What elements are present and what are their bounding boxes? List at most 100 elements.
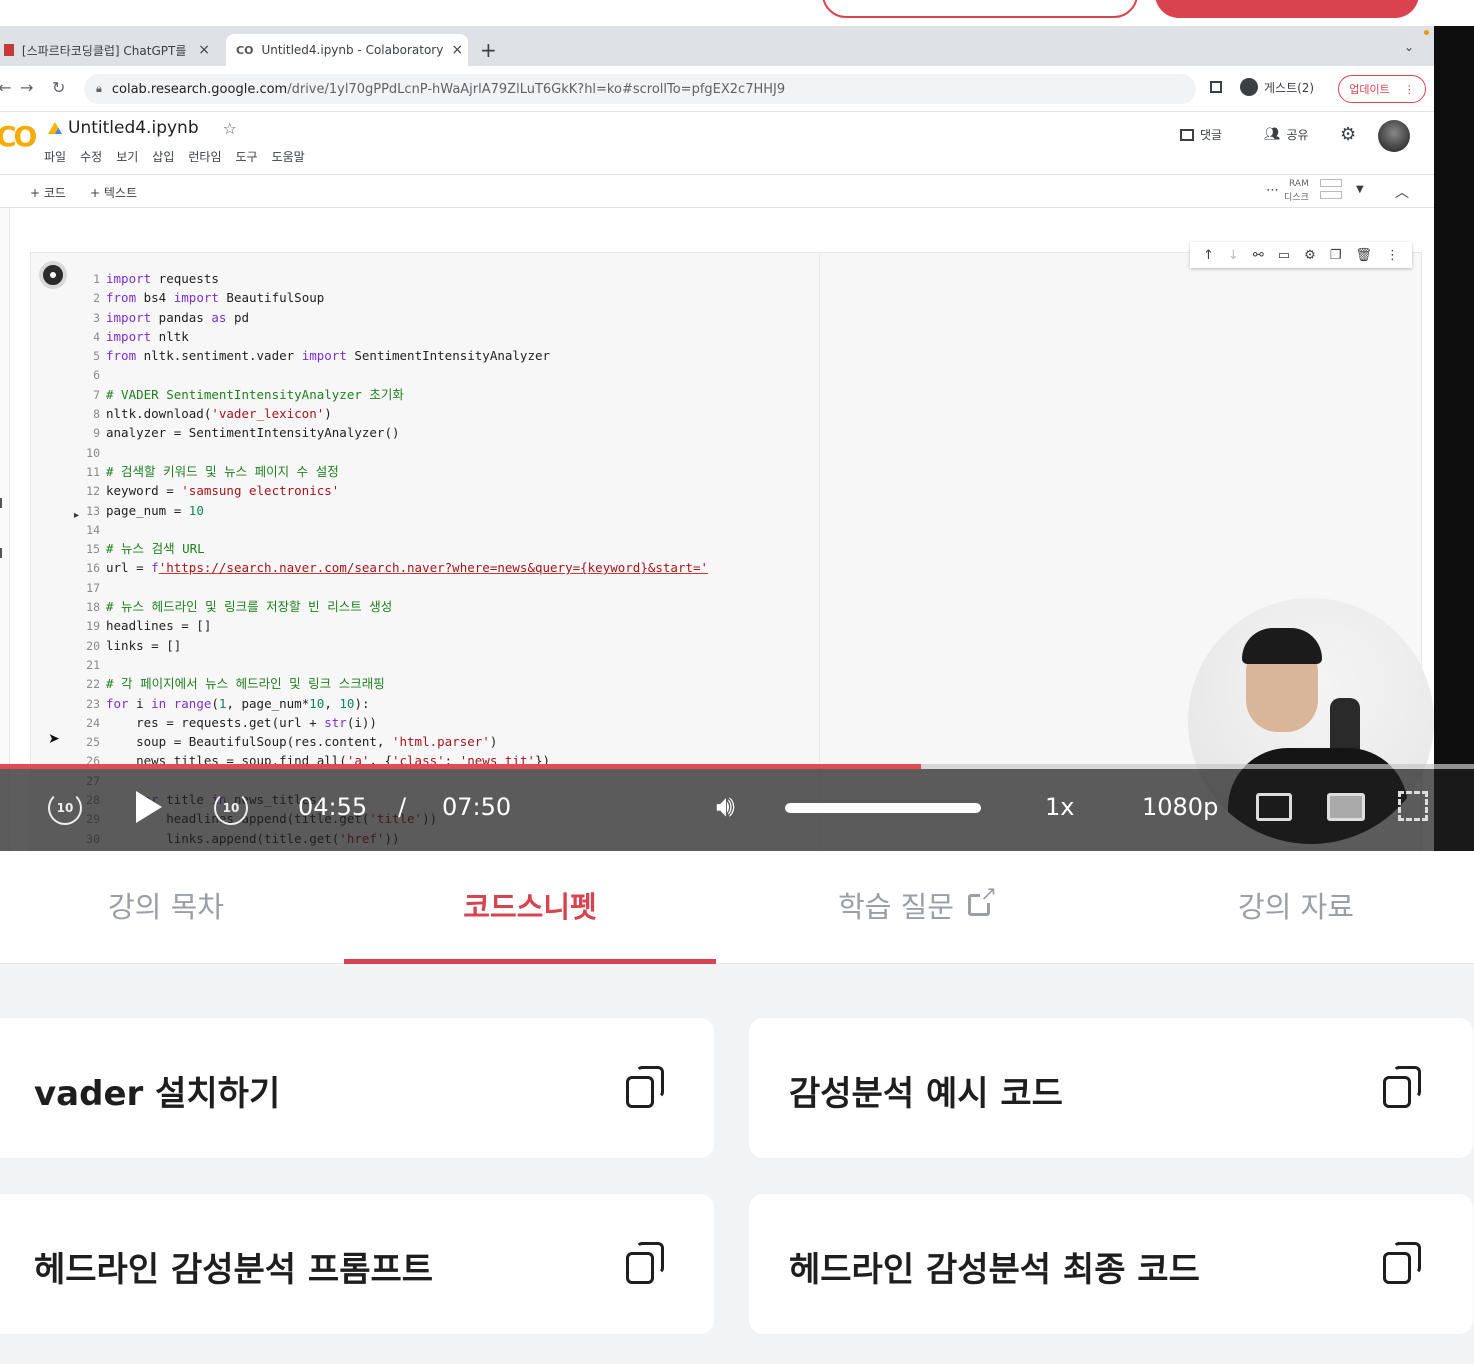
gear-icon[interactable]: ⚙ [1340, 124, 1356, 145]
resource-meter[interactable] [1320, 179, 1342, 203]
code-line[interactable]: 9 analyzer = SentimentIntensityAnalyzer() [80, 423, 708, 442]
snippet-card[interactable]: 헤드라인 감성분석 프롬프트 [0, 1194, 714, 1334]
avatar[interactable] [1378, 120, 1410, 152]
update-label: 업데이트 [1349, 83, 1390, 96]
volume-slider[interactable] [785, 803, 981, 813]
copy-icon[interactable] [626, 1066, 666, 1110]
comment-button[interactable]: 댓글 [1180, 126, 1222, 143]
update-button[interactable]: 업데이트 ⋮ [1338, 75, 1426, 103]
code-line[interactable]: 2 from bs4 import BeautifulSoup [80, 288, 708, 307]
subtitles-icon[interactable] [1256, 793, 1292, 821]
top-filled-button[interactable] [1155, 0, 1419, 18]
browser-tab-colab[interactable]: CO Untitled4.ipynb - Colaboratory × [226, 34, 468, 66]
close-icon[interactable]: × [198, 42, 210, 58]
move-up-icon[interactable]: ↑ [1203, 248, 1214, 263]
add-code-button[interactable]: + 코드 [30, 184, 66, 201]
code-line[interactable]: 23 for i in range(1, page_num*10, 10): [80, 694, 708, 713]
code-line[interactable]: 14 [80, 520, 708, 539]
link-icon[interactable]: ⚯ [1253, 248, 1264, 263]
close-icon[interactable]: × [451, 42, 463, 58]
code-line[interactable]: 1 import requests [80, 269, 708, 288]
code-line[interactable]: 8 nltk.download('vader_lexicon') [80, 404, 708, 423]
move-down-icon[interactable]: ↓ [1228, 248, 1239, 263]
code-line[interactable]: 7 # VADER SentimentIntensityAnalyzer 초기화 [80, 385, 708, 404]
profile-area[interactable]: 게스트(2) [1210, 78, 1314, 96]
copy-icon[interactable] [1383, 1242, 1423, 1286]
collapse-caret-icon[interactable]: ▸ [74, 510, 79, 521]
reload-icon[interactable]: ↻ [52, 78, 65, 97]
forward-icon[interactable]: → [20, 78, 33, 97]
profile-icon[interactable] [1240, 78, 1258, 96]
code-line[interactable]: 13 page_num = 10 [80, 501, 708, 520]
code-line[interactable]: 12 keyword = 'samsung electronics' [80, 481, 708, 500]
menu-view[interactable]: 보기 [116, 148, 138, 165]
tab-table-of-contents[interactable]: 강의 목차 [0, 851, 352, 964]
theater-mode-icon[interactable] [1327, 793, 1365, 821]
rewind-10-icon[interactable]: 10 [48, 791, 82, 825]
url-bar[interactable]: 🔒︎ colab.research.google.com/drive/1yl70… [84, 74, 1196, 104]
video-player[interactable]: [스파르타코딩클럽] ChatGPT를 활 × CO Untitled4.ipy… [0, 26, 1474, 851]
tab-learning-questions[interactable]: 학습 질문 [728, 851, 1100, 964]
add-text-button[interactable]: + 텍스트 [90, 184, 137, 201]
trash-icon[interactable]: 🗑︎ [1355, 248, 1372, 263]
menu-insert[interactable]: 삽입 [152, 148, 174, 165]
new-tab-button[interactable]: + [480, 38, 497, 62]
menu-edit[interactable]: 수정 [80, 148, 102, 165]
notebook-title-text[interactable]: Untitled4.ipynb [68, 118, 199, 138]
code-line[interactable]: 6 [80, 365, 708, 384]
run-cell-button[interactable] [39, 261, 67, 289]
more-icon[interactable]: ⋯ [1266, 183, 1279, 198]
kebab-menu-icon[interactable]: ⋮ [1386, 248, 1399, 263]
code-line[interactable]: 4 import nltk [80, 327, 708, 346]
menu-tools[interactable]: 도구 [236, 148, 258, 165]
colab-logo[interactable]: CO [0, 120, 37, 153]
tab-lecture-materials[interactable]: 강의 자료 [1110, 851, 1474, 964]
browser-tab-sparta[interactable]: [스파르타코딩클럽] ChatGPT를 활 × [0, 34, 220, 66]
code-line[interactable]: 11 # 검색할 키워드 및 뉴스 페이지 수 설정 [80, 462, 708, 481]
chevron-up-icon[interactable]: ︿ [1395, 182, 1409, 202]
code-line[interactable]: 17 [80, 578, 708, 597]
speed-button[interactable]: 1x [1045, 793, 1074, 821]
comment-label: 댓글 [1200, 128, 1223, 142]
top-outline-button[interactable] [822, 0, 1138, 18]
code-line[interactable]: 18 # 뉴스 헤드라인 및 링크를 저장할 빈 리스트 생성 [80, 597, 708, 616]
copy-icon[interactable] [1383, 1066, 1423, 1110]
snippet-card[interactable]: vader 설치하기 [0, 1018, 714, 1158]
share-button[interactable]: 👥︎ 공유 [1264, 126, 1309, 143]
menu-file[interactable]: 파일 [44, 148, 66, 165]
comment-icon[interactable]: ▭ [1278, 248, 1290, 263]
quality-button[interactable]: 1080p [1142, 793, 1218, 821]
code-line[interactable]: 21 [80, 655, 708, 674]
mirror-cell-icon[interactable]: ❐ [1330, 248, 1342, 263]
tab-code-snippets[interactable]: 코드스니펫 [344, 851, 716, 964]
sidepanel-icon[interactable] [1210, 81, 1222, 93]
code-token: ) [324, 406, 332, 422]
code-line[interactable]: 5 from nltk.sentiment.vader import Sentim… [80, 346, 708, 365]
forward-10-icon[interactable]: 10 [214, 791, 248, 825]
fullscreen-icon[interactable] [1398, 791, 1428, 821]
menu-runtime[interactable]: 런타임 [188, 148, 221, 165]
code-line[interactable]: 10 [80, 443, 708, 462]
code-line[interactable]: 25 soup = BeautifulSoup(res.content, 'ht… [80, 732, 708, 751]
code-line[interactable]: 3 import pandas as pd [80, 308, 708, 327]
code-line[interactable]: 19 headlines = [] [80, 616, 708, 635]
back-icon[interactable]: ← [0, 78, 11, 97]
menu-help[interactable]: 도움말 [272, 148, 305, 165]
code-line[interactable]: 22 # 각 페이지에서 뉴스 헤드라인 및 링크 스크래핑 [80, 674, 708, 693]
code-token: , page_num* [226, 695, 310, 711]
star-icon[interactable]: ☆ [223, 119, 237, 138]
kebab-menu-icon[interactable]: ⋮ [1404, 83, 1415, 96]
snippet-card[interactable]: 헤드라인 감성분석 최종 코드 [749, 1194, 1473, 1334]
notebook-title[interactable]: Untitled4.ipynb ☆ [48, 118, 237, 138]
copy-icon[interactable] [626, 1242, 666, 1286]
code-line[interactable]: 24 res = requests.get(url + str(i)) [80, 713, 708, 732]
chevron-down-icon[interactable]: ⌄ [1404, 40, 1414, 54]
gear-icon[interactable]: ⚙ [1304, 248, 1316, 263]
snippet-card[interactable]: 감성분석 예시 코드 [749, 1018, 1473, 1158]
code-line[interactable]: 15 # 뉴스 검색 URL [80, 539, 708, 558]
play-icon[interactable] [136, 791, 162, 823]
code-line[interactable]: 16 url = f'https://search.naver.com/searc… [80, 558, 708, 577]
volume-icon[interactable]: 🔊︎ [716, 789, 735, 824]
code-line[interactable]: 20 links = [] [80, 636, 708, 655]
caret-down-icon[interactable]: ▼ [1356, 184, 1364, 195]
